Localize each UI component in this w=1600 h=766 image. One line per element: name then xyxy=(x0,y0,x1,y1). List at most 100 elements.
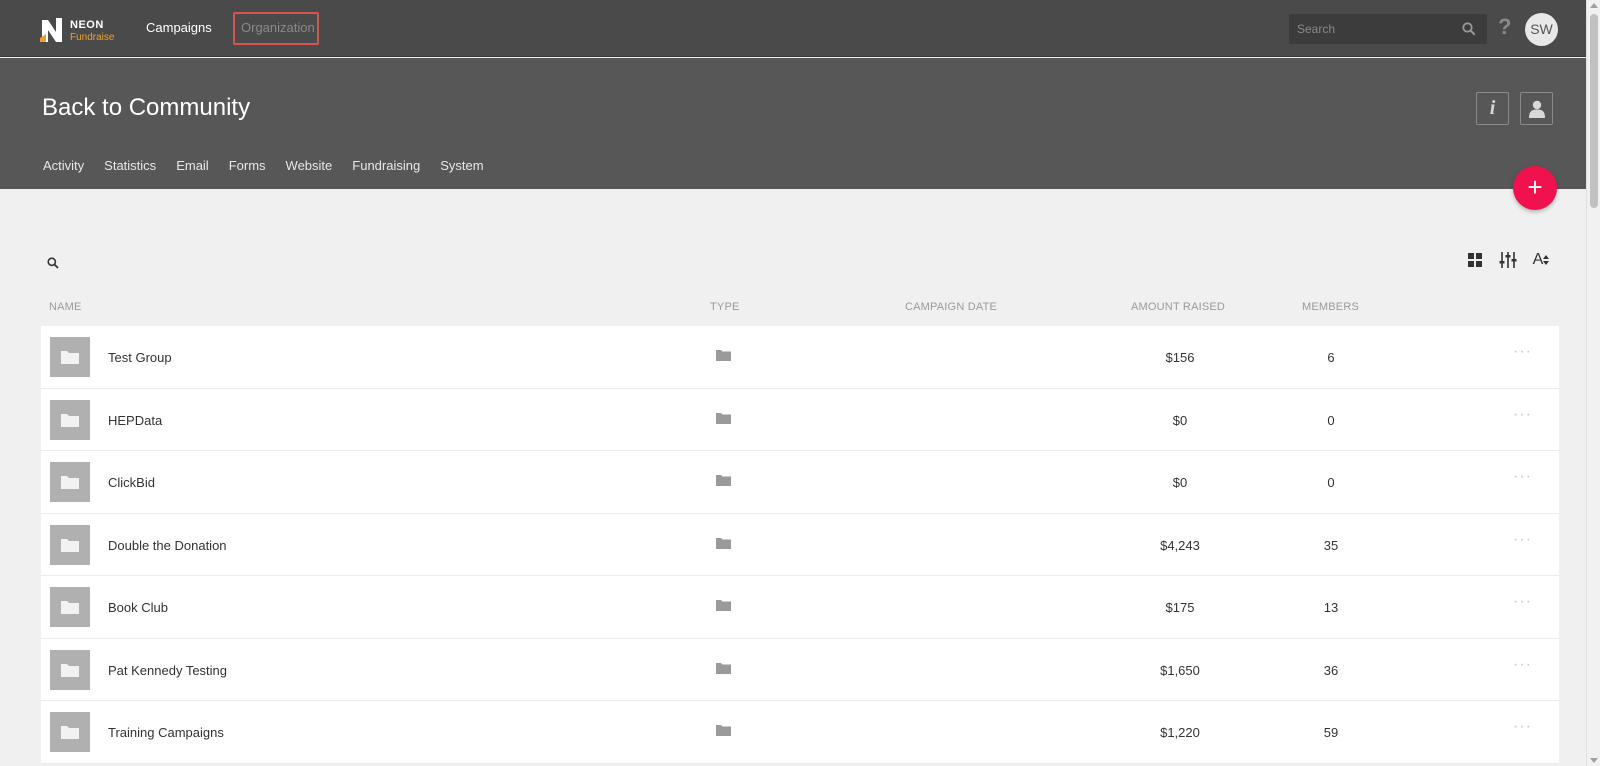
user-button[interactable] xyxy=(1520,92,1553,125)
row-amount-raised: $0 xyxy=(1172,475,1188,490)
logo-text-neon: NEON xyxy=(70,19,104,31)
folder-icon xyxy=(61,351,79,364)
row-name[interactable]: Book Club xyxy=(108,600,168,615)
table-row[interactable]: Pat Kennedy Testing $1,650 36 ··· xyxy=(41,639,1559,701)
scroll-down-arrow-icon[interactable] xyxy=(1590,758,1598,763)
tab-fundraising[interactable]: Fundraising xyxy=(352,158,420,173)
column-header-type[interactable]: TYPE xyxy=(710,301,740,313)
global-search-input[interactable] xyxy=(1297,20,1457,38)
filter-button[interactable] xyxy=(1498,250,1518,270)
ellipsis-icon[interactable]: ··· xyxy=(1513,593,1532,611)
row-amount-raised: $156 xyxy=(1165,350,1195,365)
folder-icon xyxy=(716,662,731,674)
row-type xyxy=(716,661,731,679)
row-type xyxy=(716,473,731,491)
row-amount-raised: $175 xyxy=(1165,600,1195,615)
table-row[interactable]: Double the Donation $4,243 35 ··· xyxy=(41,514,1559,576)
tab-activity[interactable]: Activity xyxy=(43,158,84,173)
folder-icon xyxy=(716,475,731,486)
tab-website[interactable]: Website xyxy=(286,158,333,173)
row-members: 0 xyxy=(1327,412,1335,428)
row-amount-raised: $1,650 xyxy=(1160,662,1200,678)
tab-statistics[interactable]: Statistics xyxy=(104,158,156,173)
ellipsis-icon[interactable]: ··· xyxy=(1513,718,1532,736)
table-row[interactable]: Training Campaigns $1,220 59 ··· xyxy=(41,701,1559,764)
page-title: Back to Community xyxy=(42,94,251,121)
info-icon: i xyxy=(1489,97,1496,119)
tab-system[interactable]: System xyxy=(440,158,483,173)
scroll-up-arrow-icon[interactable] xyxy=(1590,3,1598,8)
row-thumbnail xyxy=(50,524,90,565)
grid-view-button[interactable] xyxy=(1465,250,1485,270)
row-members: 59 xyxy=(1323,725,1339,740)
ellipsis-icon[interactable]: ··· xyxy=(1513,531,1532,549)
info-button[interactable]: i xyxy=(1476,92,1509,125)
column-header-campaign-date[interactable]: CAMPAIGN DATE xyxy=(905,301,997,313)
folder-icon xyxy=(716,600,731,611)
row-name[interactable]: Training Campaigns xyxy=(108,725,224,740)
grid-view-icon xyxy=(1468,253,1482,267)
row-amount-raised: $4,243 xyxy=(1160,537,1200,553)
ellipsis-icon[interactable]: ··· xyxy=(1513,406,1532,424)
user-icon xyxy=(1528,100,1545,118)
add-button[interactable]: + xyxy=(1513,166,1557,210)
row-type xyxy=(716,411,731,429)
user-avatar[interactable]: SW xyxy=(1525,13,1558,46)
nav-organization[interactable]: Organization xyxy=(241,20,315,35)
row-name[interactable]: Double the Donation xyxy=(108,538,227,553)
nav-campaigns[interactable]: Campaigns xyxy=(146,20,212,35)
row-members: 35 xyxy=(1323,537,1339,553)
page-scrollbar[interactable] xyxy=(1586,0,1600,766)
neon-fundraise-logo[interactable]: NEON Fundraise xyxy=(40,16,120,44)
tab-email[interactable]: Email xyxy=(176,158,209,173)
campaign-table: Test Group $156 6 ··· HEPData $0 0 ··· C… xyxy=(41,326,1559,764)
folder-icon xyxy=(61,476,79,489)
table-row[interactable]: ClickBid $0 0 ··· xyxy=(41,451,1559,514)
column-header-members[interactable]: MEMBERS xyxy=(1302,301,1359,313)
neon-logo-icon xyxy=(40,18,62,42)
row-type xyxy=(716,348,731,366)
row-thumbnail xyxy=(50,399,90,440)
ellipsis-icon[interactable]: ··· xyxy=(1513,343,1532,361)
search-icon[interactable] xyxy=(47,257,59,269)
row-name[interactable]: ClickBid xyxy=(108,475,155,490)
global-search[interactable] xyxy=(1289,14,1487,44)
folder-icon xyxy=(61,726,79,739)
row-thumbnail xyxy=(50,462,90,502)
row-type xyxy=(716,536,731,554)
search-icon[interactable] xyxy=(1462,22,1476,36)
row-thumbnail xyxy=(50,649,90,690)
row-name[interactable]: Test Group xyxy=(108,350,172,365)
column-header-name[interactable]: NAME xyxy=(49,301,82,313)
help-icon[interactable]: ? xyxy=(1498,14,1511,40)
row-amount-raised: $1,220 xyxy=(1160,725,1200,740)
row-name[interactable]: HEPData xyxy=(108,413,162,428)
table-row[interactable]: HEPData $0 0 ··· xyxy=(41,389,1559,451)
tab-forms[interactable]: Forms xyxy=(229,158,266,173)
row-thumbnail xyxy=(50,337,90,377)
filter-sliders-icon xyxy=(1499,252,1517,268)
section-tabs: Activity Statistics Email Forms Website … xyxy=(43,158,484,173)
row-members: 13 xyxy=(1323,600,1339,615)
row-type xyxy=(716,598,731,616)
ellipsis-icon[interactable]: ··· xyxy=(1513,468,1532,486)
logo-text-fundraise: Fundraise xyxy=(70,32,115,43)
folder-icon xyxy=(61,538,79,552)
table-row[interactable]: Book Club $175 13 ··· xyxy=(41,576,1559,639)
row-members: 6 xyxy=(1327,350,1335,365)
row-members: 0 xyxy=(1327,475,1335,490)
row-name[interactable]: Pat Kennedy Testing xyxy=(108,663,227,678)
sort-button[interactable]: A xyxy=(1531,250,1551,270)
ellipsis-icon[interactable]: ··· xyxy=(1513,656,1532,674)
sort-arrows-icon xyxy=(1543,255,1550,265)
folder-icon xyxy=(61,413,79,427)
folder-icon xyxy=(61,601,79,614)
top-navigation-bar: NEON Fundraise Campaigns Organization ? … xyxy=(0,0,1586,57)
scrollbar-thumb[interactable] xyxy=(1590,14,1598,208)
folder-icon xyxy=(716,412,731,424)
column-header-amount-raised[interactable]: AMOUNT RAISED xyxy=(1131,301,1225,313)
table-row[interactable]: Test Group $156 6 ··· xyxy=(41,326,1559,389)
folder-icon xyxy=(716,350,731,361)
row-type xyxy=(716,723,731,741)
folder-icon xyxy=(716,537,731,549)
